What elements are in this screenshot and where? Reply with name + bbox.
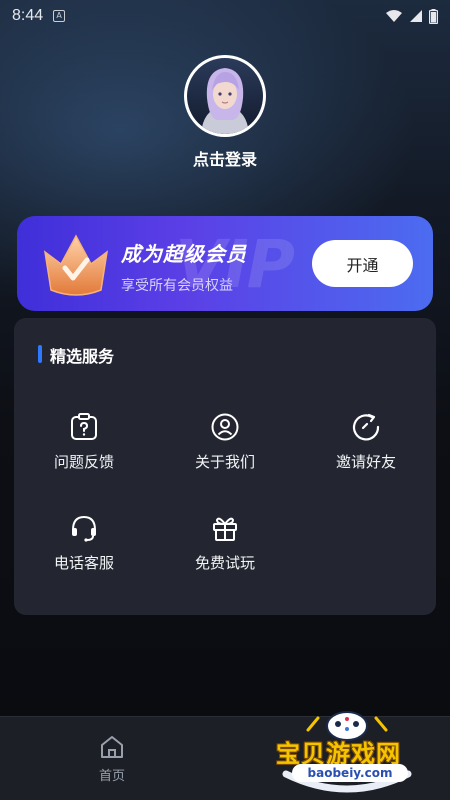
headset-icon	[72, 515, 96, 542]
home-icon	[101, 736, 123, 758]
gift-icon	[213, 517, 237, 541]
login-link[interactable]: 点击登录	[0, 146, 450, 170]
service-label: 邀请好友	[335, 453, 396, 471]
service-label: 关于我们	[194, 453, 255, 471]
status-bar: 8:44 A	[0, 0, 450, 32]
vip-subtitle: 享受所有会员权益	[121, 278, 233, 294]
nav-home[interactable]: 首页	[82, 733, 142, 784]
feedback-icon	[71, 413, 97, 440]
service-invite[interactable]: 邀请好友	[296, 411, 436, 491]
avatar[interactable]	[184, 55, 266, 137]
battery-icon	[429, 8, 438, 24]
avatar-image	[187, 58, 263, 134]
invite-icon	[352, 413, 380, 441]
nav-home-label: 首页	[98, 769, 125, 784]
activate-vip-button[interactable]: 开通	[312, 240, 413, 287]
watermark-url: baobeiy.com	[292, 764, 408, 782]
services-panel: 精选服务 问题反馈 关于我们 邀请好友 电话客服 免费试玩	[14, 318, 436, 615]
signal-icon	[410, 10, 422, 22]
services-title: 精选服务	[50, 347, 115, 366]
service-feedback[interactable]: 问题反馈	[14, 411, 154, 491]
service-label: 免费试玩	[194, 554, 255, 572]
service-phone-support[interactable]: 电话客服	[14, 512, 154, 592]
site-watermark: 宝贝游戏网 baobeiy.com	[272, 700, 422, 796]
service-label: 电话客服	[53, 554, 114, 572]
vip-title: 成为超级会员	[121, 242, 247, 266]
section-accent-bar	[38, 345, 42, 363]
wifi-icon	[386, 10, 402, 22]
about-icon	[211, 413, 239, 441]
service-free-trial[interactable]: 免费试玩	[155, 512, 295, 592]
crown-icon	[43, 234, 109, 296]
status-time: 8:44	[12, 7, 44, 24]
vip-banner[interactable]: VIP 成为超级会员 享受所有会员权益 开通	[17, 216, 433, 311]
status-icons	[385, 8, 438, 24]
notification-icon: A	[53, 10, 66, 22]
service-label: 问题反馈	[53, 453, 114, 471]
service-about[interactable]: 关于我们	[155, 411, 295, 491]
